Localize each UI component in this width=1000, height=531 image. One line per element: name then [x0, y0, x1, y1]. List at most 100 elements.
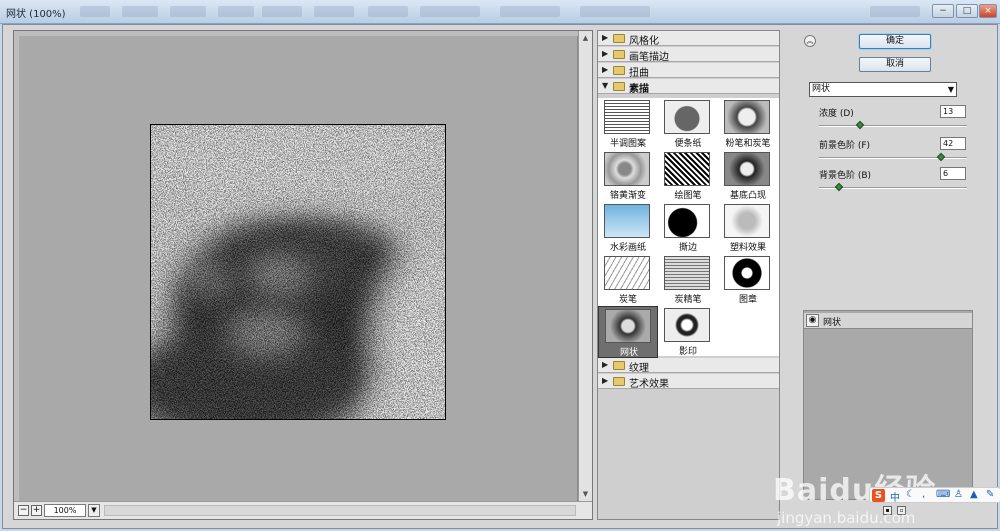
zoom-level-field[interactable]: 100%	[44, 504, 86, 517]
filter-bas-relief[interactable]: 基底凸现	[718, 150, 778, 202]
background-level-slider-handle[interactable]	[834, 182, 844, 192]
preview-image	[150, 124, 446, 420]
foreground-level-slider[interactable]	[819, 152, 967, 162]
sketch-thumbnails: 半调图案 便条纸 粉笔和炭笔 铬黄渐变 绘图笔 基底凸现 水彩画纸 撕边 塑料效…	[598, 98, 779, 358]
triangle-right-icon: ▶	[602, 33, 609, 42]
density-slider-handle[interactable]	[856, 120, 865, 130]
filter-stamp[interactable]: 图章	[718, 254, 778, 306]
filter-plaster[interactable]: 塑料效果	[718, 202, 778, 254]
filter-water-paper[interactable]: 水彩画纸	[598, 202, 658, 254]
category-artistic[interactable]: ▶ 艺术效果	[598, 374, 779, 390]
background-level-slider[interactable]	[819, 182, 967, 192]
close-icon[interactable]: ×	[979, 4, 997, 18]
folder-icon	[613, 50, 625, 59]
category-label: 素描	[629, 84, 649, 95]
ime-punctuation-icon[interactable]: ,	[922, 489, 925, 500]
filter-label: 炭笔	[618, 295, 637, 305]
density-slider[interactable]	[819, 120, 967, 130]
cancel-button[interactable]: 取消	[859, 57, 931, 72]
filter-label: 影印	[678, 347, 697, 357]
filter-gallery-dialog: ▲ ▼ − + 100% ▼ ▶ 风格化 ▶ 画笔描边 ▶ 扭曲 ▼ 素描 半调…	[2, 24, 1000, 529]
preview-panel: ▲ ▼ − + 100% ▼	[13, 30, 593, 520]
blurred-menu-item	[500, 6, 560, 17]
blurred-menu-item	[870, 6, 920, 17]
ime-skin-icon[interactable]: ▲	[970, 489, 978, 500]
category-label: 艺术效果	[629, 379, 669, 390]
filter-photocopy[interactable]: 影印	[658, 306, 718, 358]
filter-halftone-pattern[interactable]: 半调图案	[598, 98, 658, 150]
zoom-out-button[interactable]: −	[18, 505, 29, 516]
folder-icon	[613, 66, 625, 75]
filter-chalk-charcoal[interactable]: 粉笔和炭笔	[718, 98, 778, 150]
filter-label: 绘图笔	[674, 191, 702, 201]
filter-select[interactable]: 网状 ▼	[809, 82, 957, 97]
ime-chinese-icon[interactable]: 中	[890, 489, 900, 504]
reticulation-image	[151, 125, 445, 419]
filter-chrome[interactable]: 铬黄渐变	[598, 150, 658, 202]
preview-horizontal-scrollbar[interactable]	[104, 505, 576, 516]
collapse-gallery-button[interactable]: ︽	[804, 35, 816, 47]
ime-user-icon[interactable]: ♙	[954, 489, 963, 500]
ok-button[interactable]: 确定	[859, 34, 931, 49]
preview-vertical-scrollbar[interactable]: ▲ ▼	[578, 31, 592, 502]
density-label: 浓度 (D)	[819, 109, 854, 119]
folder-icon	[613, 361, 625, 370]
density-field[interactable]: 13	[940, 105, 966, 118]
category-texture[interactable]: ▶ 纹理	[598, 358, 779, 374]
scroll-down-icon[interactable]: ▼	[581, 490, 590, 499]
triangle-right-icon: ▶	[602, 376, 609, 385]
category-distort[interactable]: ▶ 扭曲	[598, 63, 779, 79]
triangle-right-icon: ▶	[602, 65, 609, 74]
foreground-level-field[interactable]: 42	[940, 137, 966, 150]
filter-label: 半调图案	[609, 139, 646, 149]
folder-open-icon	[613, 82, 625, 91]
maximize-button[interactable]: □	[956, 4, 978, 18]
scroll-up-icon[interactable]: ▲	[581, 34, 590, 43]
filter-charcoal[interactable]: 炭笔	[598, 254, 658, 306]
zoom-bar: − + 100% ▼	[14, 501, 592, 519]
thumbnail-preview	[664, 204, 710, 238]
background-level-label: 背景色阶 (B)	[819, 171, 872, 181]
filter-label: 基底凸现	[729, 191, 766, 201]
thumbnail-preview	[664, 152, 710, 186]
eye-icon[interactable]: ◉	[806, 314, 819, 327]
filter-torn-edges[interactable]: 撕边	[658, 202, 718, 254]
effect-layer-row[interactable]: ◉ 网状	[804, 313, 972, 329]
watermark-url: jingyan.baidu.com	[777, 509, 916, 527]
sogou-ime-icon[interactable]: S	[872, 489, 885, 502]
thumbnail-preview	[604, 256, 650, 290]
filter-label: 炭精笔	[674, 295, 702, 305]
ime-toolbar[interactable]: S 中 ☾ , ⌨ ♙ ▲ ✎	[869, 487, 1000, 504]
thumbnail-preview	[604, 152, 650, 186]
title-bar: 网状 (100%) − □ ×	[0, 0, 1000, 24]
blurred-menu-item	[314, 6, 354, 17]
blurred-menu-item	[170, 6, 206, 17]
folder-icon	[613, 377, 625, 386]
zoom-dropdown-button[interactable]: ▼	[88, 504, 100, 517]
filter-label: 便条纸	[674, 139, 702, 149]
blurred-menu-item	[368, 6, 408, 17]
ime-keyboard-icon[interactable]: ⌨	[936, 489, 950, 500]
category-sketch[interactable]: ▼ 素描	[598, 79, 779, 95]
blurred-menu-item	[580, 6, 650, 17]
zoom-in-button[interactable]: +	[31, 505, 42, 516]
minimize-button[interactable]: −	[932, 4, 954, 18]
filter-label: 水彩画纸	[609, 243, 646, 253]
thumbnail-preview	[724, 204, 770, 238]
ime-moon-icon[interactable]: ☾	[906, 489, 915, 500]
category-brush-strokes[interactable]: ▶ 画笔描边	[598, 47, 779, 63]
filter-conte-crayon[interactable]: 炭精笔	[658, 254, 718, 306]
filter-note-paper[interactable]: 便条纸	[658, 98, 718, 150]
background-level-field[interactable]: 6	[940, 167, 966, 180]
thumbnail-preview	[664, 256, 710, 290]
thumbnail-preview	[604, 204, 650, 238]
filter-reticulation[interactable]: 网状	[598, 306, 658, 358]
filter-label: 网状	[619, 348, 638, 358]
thumbnail-preview	[664, 308, 710, 342]
filter-graphic-pen[interactable]: 绘图笔	[658, 150, 718, 202]
preview-canvas[interactable]	[19, 36, 578, 502]
category-label: 纹理	[629, 363, 649, 374]
foreground-level-slider-handle[interactable]	[937, 152, 946, 162]
category-stylize[interactable]: ▶ 风格化	[598, 31, 779, 47]
ime-tools-icon[interactable]: ✎	[986, 489, 994, 500]
